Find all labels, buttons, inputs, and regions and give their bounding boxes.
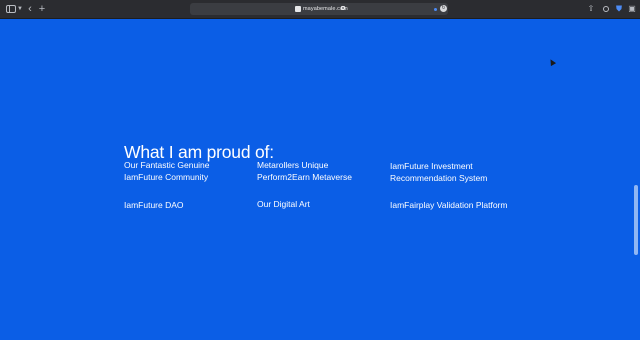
item-line: IamFuture Community [124,171,209,182]
item-line: IamFairplay Validation Platform [390,200,508,210]
back-icon[interactable]: ‹ [25,3,35,15]
reload-icon[interactable]: ↻ [440,5,447,12]
list-item: Metarollers Unique Perform2Earn Metavers… [257,160,352,183]
list-item: IamFairplay Validation Platform [390,200,507,212]
scrollbar-track[interactable] [632,19,640,340]
download-icon[interactable] [601,3,611,15]
list-item: Our Fantastic Genuine IamFuture Communit… [124,160,210,183]
scrollbar-thumb[interactable] [634,185,638,255]
extensions-icon[interactable]: ▣ [627,3,637,15]
list-item: IamFuture Investment Recommendation Syst… [390,161,487,184]
item-line: IamFuture DAO [124,200,184,210]
item-line: Our Fantastic Genuine [124,160,210,170]
list-item: Our Digital Art [257,199,310,211]
share-icon[interactable]: ⇧ [586,3,596,15]
next-section [0,340,640,360]
extension-indicator-icon[interactable] [434,7,437,11]
item-line: Our Digital Art [257,199,310,209]
site-favicon-icon [295,6,301,12]
lock-icon [341,6,345,10]
item-line: Metarollers Unique [257,160,329,170]
browser-toolbar: ▼ ‹ + mayabemale.com ↻ ⇧ ⛊ ▣ [0,0,640,19]
item-line: Recommendation System [390,172,488,183]
address-bar[interactable]: mayabemale.com ↻ [190,3,448,15]
sidebar-toggle-icon[interactable] [6,3,16,15]
plus-icon[interactable]: + [37,3,47,15]
page-content: What I am proud of: Our Fantastic Genuin… [0,19,632,340]
list-item: IamFuture DAO [124,200,184,212]
item-line: Perform2Earn Metaverse [257,171,352,182]
item-line: IamFuture Investment [390,161,473,171]
chevron-down-icon[interactable]: ▼ [17,3,23,15]
shield-icon[interactable]: ⛊ [614,3,624,15]
